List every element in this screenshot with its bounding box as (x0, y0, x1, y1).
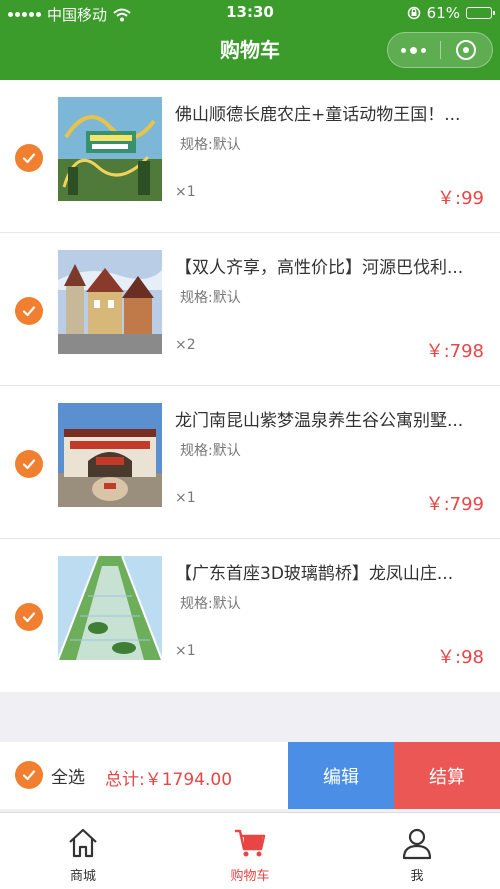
more-icon[interactable] (388, 33, 440, 67)
cart-icon (235, 829, 266, 857)
glass-bridge-image (58, 556, 162, 660)
tab-me[interactable]: 我 (362, 825, 472, 884)
item-quantity: ×1 (175, 490, 196, 506)
checkout-button[interactable]: 结算 (394, 742, 500, 809)
total-price: 总计:￥1794.00 (105, 770, 233, 790)
tab-mall[interactable]: 商城 (28, 825, 138, 884)
cart-list: 佛山顺德长鹿农庄+童话动物王国！... 规格:默认 ×1 ￥:99 【双人齐享，… (0, 80, 500, 692)
product-image[interactable] (58, 403, 162, 507)
close-mini-program-icon[interactable] (440, 33, 492, 67)
item-price: ￥:798 (425, 341, 484, 362)
tab-label: 购物车 (230, 869, 270, 884)
cart-item[interactable]: 【广东首座3D玻璃鹊桥】龙凤山庄... 规格:默认 ×1 ￥:98 (0, 539, 500, 692)
item-title[interactable]: 【广东首座3D玻璃鹊桥】龙凤山庄... (175, 559, 485, 584)
item-quantity: ×2 (175, 337, 196, 353)
check-icon (22, 306, 36, 317)
home-icon (69, 828, 97, 858)
item-spec: 规格:默认 (180, 290, 241, 306)
check-icon (22, 612, 36, 623)
header: 中国移动 13:30 61% 购物车 (0, 0, 500, 80)
item-title[interactable]: 【双人齐享，高性价比】河源巴伐利... (175, 253, 485, 278)
cart-item[interactable]: 龙门南昆山紫梦温泉养生谷公寓别墅... 规格:默认 ×1 ￥:799 (0, 386, 500, 539)
item-spec: 规格:默认 (180, 137, 241, 153)
tab-label: 商城 (69, 869, 96, 884)
checkout-bar: 全选 总计:￥1794.00 编辑 结算 (0, 742, 500, 809)
status-bar: 中国移动 13:30 61% (0, 0, 500, 26)
rotation-lock-icon (407, 6, 420, 20)
item-price: ￥:99 (437, 188, 484, 209)
check-icon (22, 153, 36, 164)
tab-label: 我 (410, 869, 424, 884)
edit-button[interactable]: 编辑 (288, 742, 394, 809)
select-all[interactable]: 全选 (15, 761, 85, 789)
item-checkbox[interactable] (15, 144, 43, 172)
cart-item[interactable]: 佛山顺德长鹿农庄+童话动物王国！... 规格:默认 ×1 ￥:99 (0, 80, 500, 233)
product-image[interactable] (58, 97, 162, 201)
item-spec: 规格:默认 (180, 443, 241, 459)
mini-program-capsule (387, 32, 493, 68)
battery-icon (466, 7, 495, 19)
user-icon (402, 828, 432, 860)
select-all-label: 全选 (51, 767, 85, 788)
cart-item[interactable]: 【双人齐享，高性价比】河源巴伐利... 规格:默认 ×2 ￥:798 (0, 233, 500, 386)
rollercoaster-image (58, 97, 162, 201)
item-title[interactable]: 龙门南昆山紫梦温泉养生谷公寓别墅... (175, 406, 485, 431)
check-icon (22, 770, 36, 781)
item-spec: 规格:默认 (180, 596, 241, 612)
item-checkbox[interactable] (15, 297, 43, 325)
check-icon (22, 459, 36, 470)
item-price: ￥:98 (437, 647, 484, 668)
tab-bar: 商城 购物车 我 (0, 812, 500, 889)
item-title[interactable]: 佛山顺德长鹿农庄+童话动物王国！... (175, 100, 485, 125)
product-image[interactable] (58, 556, 162, 660)
item-checkbox[interactable] (15, 450, 43, 478)
item-quantity: ×1 (175, 643, 196, 659)
bavarian-town-image (58, 250, 162, 354)
battery-percent: 61% (426, 4, 460, 22)
item-checkbox[interactable] (15, 603, 43, 631)
product-image[interactable] (58, 250, 162, 354)
select-all-checkbox[interactable] (15, 761, 43, 789)
tab-cart[interactable]: 购物车 (195, 825, 305, 884)
hot-spring-gate-image (58, 403, 162, 507)
item-quantity: ×1 (175, 184, 196, 200)
item-price: ￥:799 (425, 494, 484, 515)
